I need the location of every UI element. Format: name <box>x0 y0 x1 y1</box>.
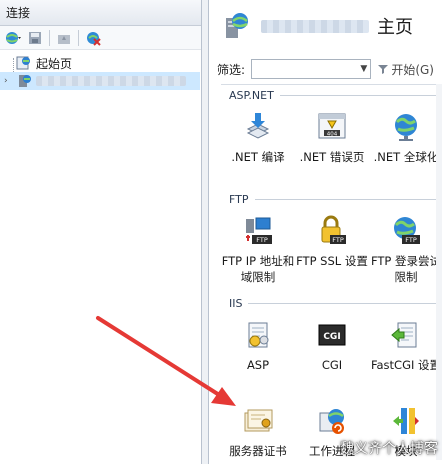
feature-ftp-logon-attempts[interactable]: FTP FTP 登录尝试限制 <box>369 213 442 285</box>
feature-label: ASP <box>246 358 270 372</box>
connections-header: 连接 <box>0 0 201 26</box>
connect-globe-icon[interactable] <box>3 28 23 48</box>
page-title: 主页 <box>377 17 413 38</box>
ftp-lock-icon: FTP <box>314 213 350 249</box>
server-icon <box>19 75 31 87</box>
feature-asp[interactable]: ASP <box>221 317 295 373</box>
funnel-icon <box>378 65 389 74</box>
ftp-globe-icon: FTP <box>388 213 424 249</box>
net-compile-icon <box>240 109 276 145</box>
server-home-icon <box>226 13 248 38</box>
feature-label: .NET 错误页 <box>299 150 365 164</box>
connections-tree: 起始页 › <box>0 50 201 90</box>
group-title-text: FTP <box>229 193 249 206</box>
group-title-aspnet: ASP.NET <box>229 89 439 102</box>
svg-text:CGI: CGI <box>323 332 340 342</box>
features-scrollbar[interactable] <box>436 84 442 460</box>
tree-item-start-page[interactable]: 起始页 <box>0 54 201 72</box>
certificate-icon <box>240 403 276 439</box>
start-page-icon <box>16 56 30 70</box>
group-title-text: ASP.NET <box>229 89 274 102</box>
group-title-ftp: FTP <box>229 193 439 206</box>
cgi-icon: CGI <box>314 317 350 353</box>
group-title-text: IIS <box>229 297 243 310</box>
filter-input[interactable]: ▼ <box>251 59 372 79</box>
svg-text:FTP: FTP <box>405 236 417 244</box>
feature-label: FTP 登录尝试限制 <box>370 254 442 284</box>
feature-ftp-ip-restrictions[interactable]: FTP FTP IP 地址和域限制 <box>221 213 295 285</box>
fastcgi-icon <box>388 317 424 353</box>
404-page-icon: 404 <box>314 109 350 145</box>
toolbar-separator <box>49 29 50 46</box>
feature-label: 服务器证书 <box>229 444 287 458</box>
toolbar-separator <box>78 29 79 46</box>
start-button-label: 开始(G) <box>391 62 434 77</box>
feature-label: FTP SSL 设置 <box>296 254 368 268</box>
tree-item-server[interactable]: › <box>0 72 200 90</box>
feature-net-error-pages[interactable]: 404 .NET 错误页 <box>295 109 369 165</box>
feature-net-compile[interactable]: .NET 编译 <box>221 109 295 165</box>
feature-server-certificates[interactable]: 服务器证书 <box>221 403 295 459</box>
feature-ftp-ssl-settings[interactable]: FTP FTP SSL 设置 <box>295 213 369 269</box>
tree-item-label: 起始页 <box>36 56 73 71</box>
features-header: 主页 <box>209 0 442 52</box>
filter-bar: 筛选: ▼ 开始(G) <box>217 56 434 82</box>
save-icon[interactable] <box>25 28 45 48</box>
svg-text:404: 404 <box>327 132 338 138</box>
feature-fastcgi-settings[interactable]: FastCGI 设置 <box>369 317 442 373</box>
group-title-iis: IIS <box>229 297 439 310</box>
svg-text:FTP: FTP <box>332 236 344 244</box>
server-name-blurred <box>36 76 186 86</box>
globe-icon <box>388 109 424 145</box>
up-folder-icon[interactable] <box>54 28 74 48</box>
feature-label: FastCGI 设置 <box>370 358 442 372</box>
start-button[interactable]: 开始(G) <box>377 61 434 78</box>
server-name-blurred <box>261 19 369 33</box>
feature-label: CGI <box>321 358 343 372</box>
feature-label: .NET 全球化 <box>373 150 439 164</box>
asp-icon <box>240 317 276 353</box>
ftp-ip-icon: FTP <box>240 213 276 249</box>
worker-process-icon <box>314 403 350 439</box>
features-list: ASP.NET .NET 编译 404 .NET 错误页 .NET 全球化 FT… <box>221 84 442 464</box>
modules-icon <box>388 403 424 439</box>
connections-toolbar <box>0 26 201 50</box>
feature-label: FTP IP 地址和域限制 <box>221 254 295 284</box>
dropdown-icon[interactable]: ▼ <box>360 64 367 74</box>
features-pane: 主页 筛选: ▼ 开始(G) ASP.NET .NET 编译 404 .NET … <box>208 0 442 464</box>
feature-cgi[interactable]: CGI CGI <box>295 317 369 373</box>
disconnect-icon[interactable] <box>83 28 103 48</box>
watermark: 魏义齐个人博客 <box>340 441 438 457</box>
feature-label: .NET 编译 <box>231 150 285 164</box>
expand-arrow-icon[interactable]: › <box>4 76 16 86</box>
svg-text:FTP: FTP <box>256 236 268 244</box>
connections-pane: 连接 起始页 › <box>0 0 202 464</box>
filter-label: 筛选: <box>217 62 246 77</box>
feature-net-globalization[interactable]: .NET 全球化 <box>369 109 442 165</box>
